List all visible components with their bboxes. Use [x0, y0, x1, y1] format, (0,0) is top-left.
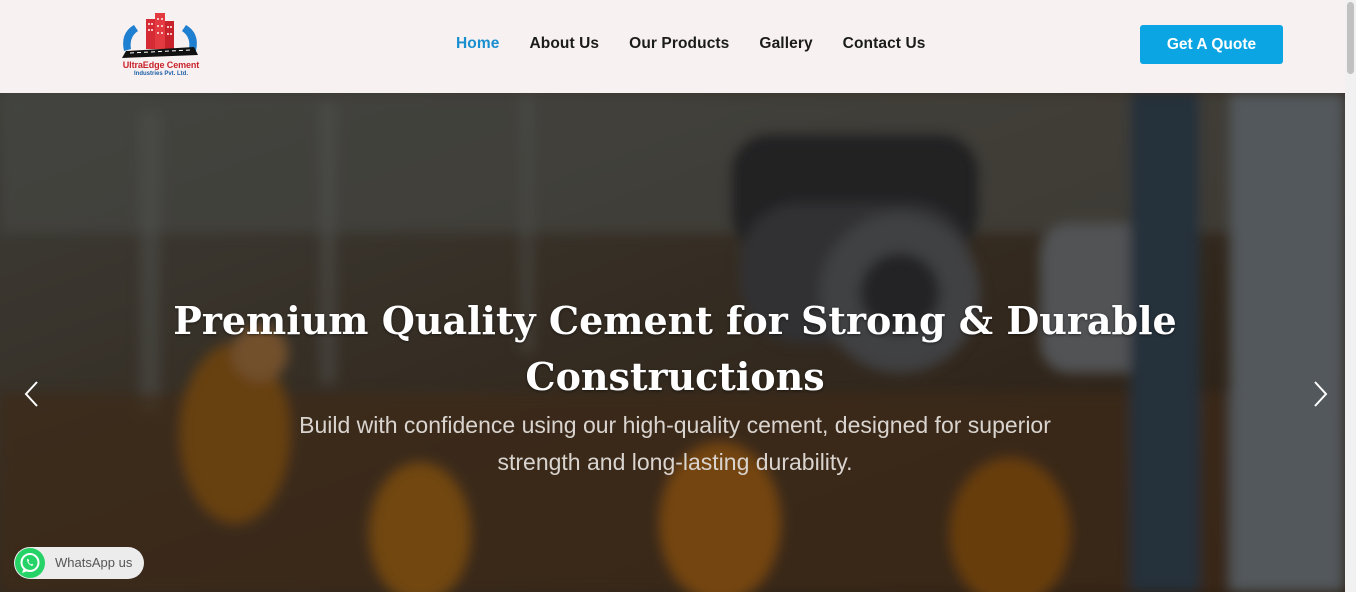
- brand-subname: Industries Pvt. Ltd.: [133, 71, 188, 77]
- chevron-right-icon[interactable]: [1308, 379, 1332, 409]
- nav-gallery[interactable]: Gallery: [759, 35, 812, 53]
- whatsapp-label: WhatsApp us: [55, 555, 133, 570]
- hero-title: Premium Quality Cement for Strong & Dura…: [173, 298, 1177, 399]
- get-a-quote-button[interactable]: Get A Quote: [1140, 25, 1283, 64]
- nav-about-us[interactable]: About Us: [529, 35, 599, 53]
- nav-our-products[interactable]: Our Products: [629, 35, 729, 53]
- hero-subtitle: Build with confidence using our high-qua…: [299, 412, 1051, 475]
- whatsapp-button[interactable]: WhatsApp us: [14, 547, 144, 579]
- whatsapp-icon: [15, 548, 45, 578]
- page-scrollbar[interactable]: [1345, 0, 1356, 592]
- building-logo-icon: [122, 13, 198, 58]
- hero-slider: Premium Quality Cement for Strong & Dura…: [0, 93, 1345, 592]
- brand-logo[interactable]: UltraEdge Cement Industries Pvt. Ltd.: [112, 11, 210, 83]
- nav-contact-us[interactable]: Contact Us: [843, 35, 926, 53]
- nav-home[interactable]: Home: [456, 35, 499, 53]
- chevron-left-icon[interactable]: [20, 379, 44, 409]
- scrollbar-thumb[interactable]: [1347, 2, 1354, 74]
- brand-name: UltraEdge Cement: [122, 60, 200, 70]
- site-header: UltraEdge Cement Industries Pvt. Ltd. Ho…: [0, 0, 1345, 93]
- main-nav: Home About Us Our Products Gallery Conta…: [456, 34, 956, 54]
